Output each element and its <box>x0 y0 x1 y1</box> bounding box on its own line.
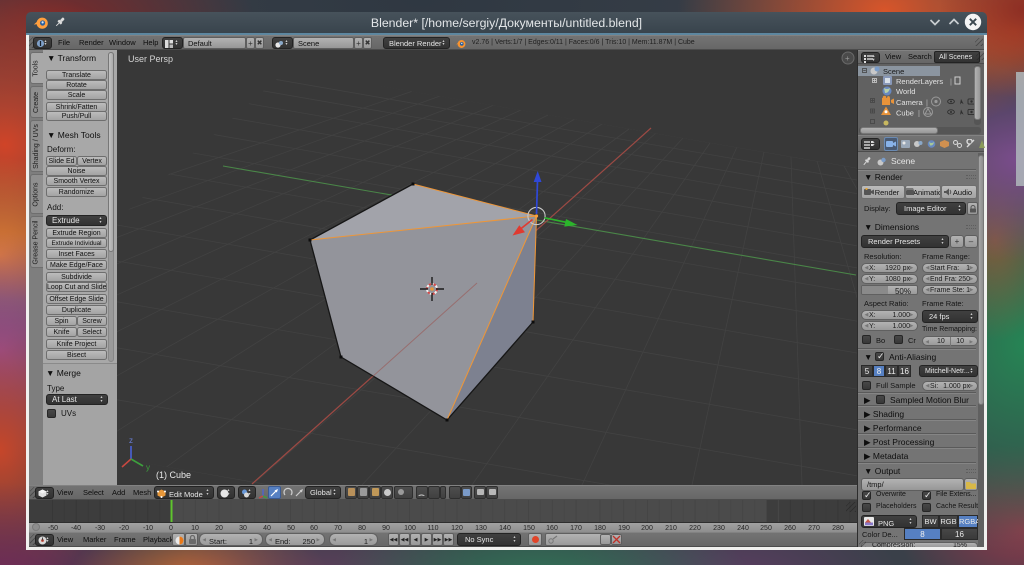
svg-text:180: 180 <box>594 525 606 532</box>
svg-text:220: 220 <box>689 525 701 532</box>
svg-text:-50: -50 <box>48 525 58 532</box>
svg-text:70: 70 <box>334 525 342 532</box>
svg-text:20: 20 <box>215 525 223 532</box>
svg-text:100: 100 <box>404 525 416 532</box>
svg-text:210: 210 <box>665 525 677 532</box>
svg-text:0: 0 <box>169 525 173 532</box>
svg-text:Scene: Scene <box>883 67 904 76</box>
svg-text:260: 260 <box>784 525 796 532</box>
svg-text:10: 10 <box>191 525 199 532</box>
svg-text:280: 280 <box>832 525 844 532</box>
svg-text:(1) Cube: (1) Cube <box>156 470 191 480</box>
svg-text:|: | <box>918 109 920 118</box>
svg-text:-10: -10 <box>143 525 153 532</box>
svg-text:240: 240 <box>737 525 749 532</box>
svg-text:80: 80 <box>358 525 366 532</box>
svg-text:140: 140 <box>499 525 511 532</box>
svg-text:World: World <box>896 87 915 96</box>
svg-text:110: 110 <box>427 525 438 532</box>
svg-text:z: z <box>129 436 133 445</box>
svg-text:250: 250 <box>760 525 772 532</box>
svg-text:120: 120 <box>451 525 463 532</box>
svg-text:40: 40 <box>263 525 271 532</box>
svg-text:RenderLayers: RenderLayers <box>896 77 943 86</box>
svg-text:30: 30 <box>239 525 247 532</box>
svg-text:270: 270 <box>808 525 820 532</box>
svg-text:50: 50 <box>287 525 295 532</box>
svg-text:190: 190 <box>618 525 630 532</box>
svg-text:60: 60 <box>310 525 318 532</box>
svg-text:User Persp: User Persp <box>128 54 173 64</box>
svg-text:|: | <box>926 98 928 107</box>
svg-text:230: 230 <box>713 525 725 532</box>
svg-text:150: 150 <box>523 525 535 532</box>
svg-text:200: 200 <box>641 525 653 532</box>
svg-text:|: | <box>950 77 952 86</box>
svg-text:160: 160 <box>546 525 558 532</box>
svg-text:130: 130 <box>475 525 487 532</box>
svg-text:+: + <box>845 54 850 63</box>
svg-text:90: 90 <box>382 525 390 532</box>
svg-text:170: 170 <box>570 525 582 532</box>
svg-text:Camera: Camera <box>896 98 924 107</box>
svg-text:y: y <box>146 463 150 472</box>
svg-text:-20: -20 <box>119 525 129 532</box>
svg-text:-40: -40 <box>71 525 81 532</box>
svg-text:-30: -30 <box>95 525 105 532</box>
svg-text:Cube: Cube <box>896 109 914 118</box>
